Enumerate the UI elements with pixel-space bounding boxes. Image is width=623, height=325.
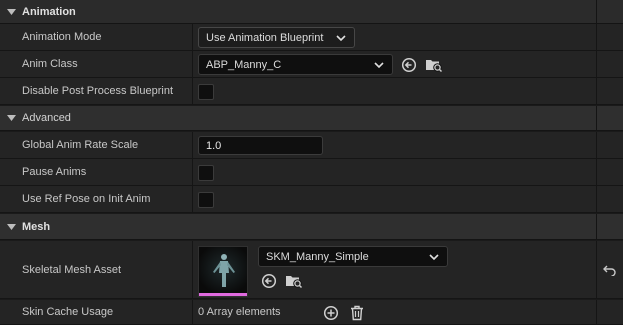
dropdown-value: SKM_Manny_Simple bbox=[266, 250, 369, 263]
property-row-anim-class: Anim Class ABP_Manny_C bbox=[0, 51, 623, 78]
dropdown-value: ABP_Manny_C bbox=[206, 58, 282, 71]
property-label: Anim Class bbox=[0, 51, 193, 77]
property-label: Use Ref Pose on Init Anim bbox=[0, 186, 193, 212]
details-panel: Animation Animation Mode Use Animation B… bbox=[0, 0, 623, 325]
section-title: Advanced bbox=[22, 112, 71, 124]
section-header-mesh[interactable]: Mesh bbox=[0, 214, 623, 240]
section-title: Animation bbox=[22, 5, 76, 18]
property-row-global-anim-rate: Global Anim Rate Scale 1.0 bbox=[0, 132, 623, 159]
property-label: Global Anim Rate Scale bbox=[0, 132, 193, 158]
chevron-down-icon bbox=[336, 35, 346, 42]
array-count-text: 0 Array elements bbox=[198, 306, 281, 318]
section-header-animation[interactable]: Animation bbox=[0, 0, 623, 24]
plus-circle-icon[interactable] bbox=[322, 304, 340, 322]
chevron-down-icon[interactable] bbox=[6, 222, 16, 232]
chevron-down-icon bbox=[374, 62, 384, 69]
property-row-disable-post-process: Disable Post Process Blueprint bbox=[0, 78, 623, 105]
use-selected-arrow-icon[interactable] bbox=[260, 272, 278, 290]
folder-search-icon[interactable] bbox=[425, 56, 443, 74]
property-label: Pause Anims bbox=[0, 159, 193, 185]
section-header-advanced[interactable]: Advanced bbox=[0, 106, 623, 131]
property-label: Animation Mode bbox=[0, 24, 193, 50]
property-row-skin-cache: Skin Cache Usage 0 Array elements bbox=[0, 300, 623, 325]
animation-mode-dropdown[interactable]: Use Animation Blueprint bbox=[198, 27, 355, 48]
property-label: Skeletal Mesh Asset bbox=[0, 241, 193, 298]
property-row-pause-anims: Pause Anims bbox=[0, 159, 623, 186]
use-selected-arrow-icon[interactable] bbox=[400, 56, 418, 74]
mesh-thumbnail[interactable] bbox=[198, 246, 248, 297]
property-label: Skin Cache Usage bbox=[0, 300, 193, 324]
section-title: Mesh bbox=[22, 220, 51, 233]
chevron-down-icon[interactable] bbox=[6, 113, 16, 123]
property-label: Disable Post Process Blueprint bbox=[0, 78, 193, 104]
mannequin-icon bbox=[199, 247, 247, 295]
reset-to-default-icon[interactable] bbox=[601, 261, 619, 279]
chevron-down-icon bbox=[429, 254, 439, 261]
use-ref-pose-checkbox[interactable] bbox=[198, 192, 214, 208]
property-row-animation-mode: Animation Mode Use Animation Blueprint bbox=[0, 24, 623, 51]
dropdown-value: Use Animation Blueprint bbox=[206, 31, 324, 44]
pause-anims-checkbox[interactable] bbox=[198, 165, 214, 181]
folder-search-icon[interactable] bbox=[285, 272, 303, 290]
anim-class-dropdown[interactable]: ABP_Manny_C bbox=[198, 54, 393, 75]
chevron-down-icon[interactable] bbox=[6, 7, 16, 17]
property-row-skeletal-mesh: Skeletal Mesh Asset SKM_Manny_Simple bbox=[0, 241, 623, 299]
global-anim-rate-input[interactable]: 1.0 bbox=[198, 136, 323, 155]
skeletal-mesh-dropdown[interactable]: SKM_Manny_Simple bbox=[258, 246, 448, 267]
disable-post-process-checkbox[interactable] bbox=[198, 84, 214, 100]
property-row-use-ref-pose: Use Ref Pose on Init Anim bbox=[0, 186, 623, 213]
trash-icon[interactable] bbox=[348, 304, 366, 322]
